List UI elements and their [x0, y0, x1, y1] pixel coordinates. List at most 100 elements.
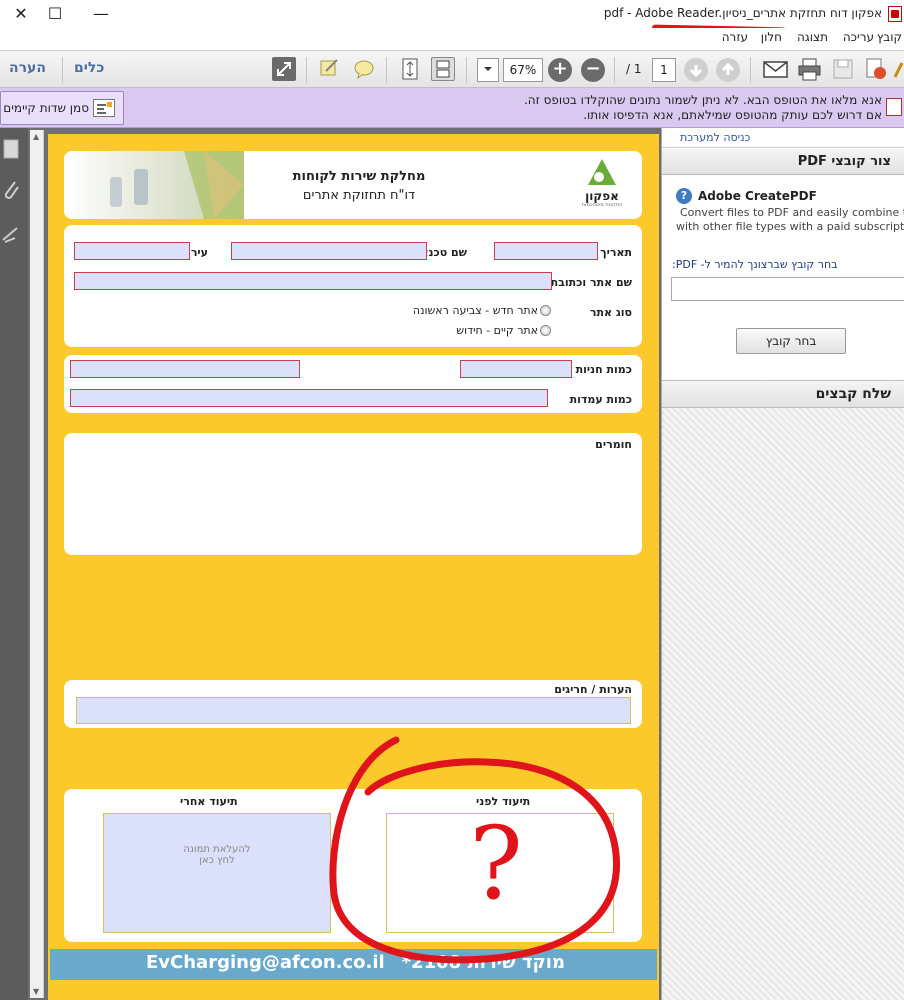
scroll-mode-icon[interactable]: [431, 57, 455, 81]
send-files-label: שלח קבצים: [815, 386, 891, 402]
right-pane-empty-area: [662, 408, 904, 1000]
minimize-window-button[interactable]: —: [86, 3, 116, 25]
email-icon[interactable]: [763, 57, 788, 81]
radio-existing-site[interactable]: [540, 325, 551, 336]
upload-hint-line-2: לחץ כאן: [199, 855, 235, 866]
left-navigation-pane: [0, 128, 28, 1000]
quantities-section: כמות חניות כמות עמדות: [64, 355, 642, 413]
save-icon[interactable]: [831, 57, 855, 81]
date-label: תאריך: [600, 246, 632, 259]
logo-text: אפקון: [585, 189, 619, 203]
form-header: מחלקת שירות לקוחות דו"ח תחזוקת אתרים אפק…: [64, 151, 642, 219]
stations-label: כמות עמדות: [569, 393, 632, 406]
highlight-fields-icon: [93, 99, 115, 117]
technician-name-field[interactable]: [231, 242, 427, 260]
signin-link[interactable]: כניסה למערכת: [680, 131, 750, 144]
create-pdf-header-label: צור קובצי PDF: [797, 154, 891, 169]
send-files-header[interactable]: שלח קבצים: [662, 380, 904, 408]
site-details-section: תאריך שם טכנאי עיר שם אתר וכתובת סוג אתר…: [64, 225, 642, 347]
notes-label: הערות / חריגים: [554, 683, 632, 696]
menu-window[interactable]: חלון: [761, 30, 782, 44]
radio-existing-site-label: אתר קיים - חידוש: [456, 324, 538, 337]
form-fields-icon: [886, 98, 902, 116]
scroll-up-arrow[interactable]: ▲: [33, 132, 39, 141]
scroll-down-arrow[interactable]: ▼: [33, 987, 39, 996]
file-path-input[interactable]: [671, 277, 904, 301]
choose-file-button[interactable]: בחר קובץ: [736, 328, 846, 354]
upload-hint-line-1: להעלאת תמונה: [183, 844, 251, 855]
materials-field[interactable]: [70, 453, 636, 549]
menu-view[interactable]: תצוגה: [797, 30, 828, 44]
question-mark-annotation: ?: [469, 805, 523, 922]
header-image: [64, 151, 244, 219]
adobe-reader-icon: [888, 6, 902, 22]
pdf-form-page: מחלקת שירות לקוחות דו"ח תחזוקת אתרים אפק…: [48, 134, 659, 1000]
highlight-fields-button[interactable]: סמן שדות קיימים: [0, 91, 124, 125]
after-photo-upload[interactable]: להעלאת תמונה לחץ כאן: [103, 813, 331, 933]
secondary-quantity-field[interactable]: [70, 360, 300, 378]
choose-file-prompt: בחר קובץ שברצונך להמיר ל- PDF:: [672, 258, 838, 271]
close-window-button[interactable]: ✕: [6, 3, 36, 25]
form-notice-message: אנא מלאו את הטופס הבא. לא ניתן לשמור נתו…: [524, 93, 882, 123]
zoom-value-input[interactable]: 67%: [503, 58, 543, 82]
previous-page-icon[interactable]: [716, 58, 740, 82]
comment-pane-button[interactable]: הערה: [9, 60, 46, 76]
form-report-subtitle: דו"ח תחזוקת אתרים: [302, 188, 416, 203]
toolbar-separator: [386, 57, 387, 83]
toolbar-separator: [614, 57, 615, 83]
highlight-fields-label: סמן שדות קיימים: [3, 101, 89, 115]
zoom-out-icon[interactable]: −: [581, 58, 605, 82]
toolbar-separator: [62, 57, 63, 83]
menu-file[interactable]: קובץ: [877, 30, 902, 44]
site-name-address-field[interactable]: [74, 272, 552, 290]
add-text-icon[interactable]: [318, 57, 342, 81]
afcon-logo: אפקון התקנות מתוחכמות: [572, 157, 632, 215]
stores-label: כמות חניות: [575, 363, 632, 376]
tools-right-pane: כניסה למערכת צור קובצי PDF ? Adobe Creat…: [661, 128, 904, 1000]
attachments-icon[interactable]: [1, 178, 21, 200]
form-notice-bar: אנא מלאו את הטופס הבא. לא ניתן לשמור נתו…: [0, 88, 904, 128]
zoom-dropdown-arrow[interactable]: [477, 58, 499, 82]
tools-pane-button[interactable]: כלים: [74, 60, 104, 76]
stations-quantity-field[interactable]: [70, 389, 548, 407]
page-thumbnails-icon[interactable]: [1, 138, 21, 160]
help-icon[interactable]: ?: [676, 188, 692, 204]
fit-page-icon[interactable]: [398, 57, 422, 81]
fullscreen-icon[interactable]: [272, 57, 296, 81]
logo-subtext: התקנות מתוחכמות: [581, 202, 623, 208]
sign-icon[interactable]: [893, 57, 904, 81]
notes-section: הערות / חריגים: [64, 680, 642, 728]
title-bar: ✕ ☐ — pdf - Adobe Reader.אפקון דוח תחזקת…: [0, 0, 904, 28]
maximize-window-button[interactable]: ☐: [40, 3, 70, 25]
menu-help[interactable]: עזרה: [722, 30, 748, 44]
radio-new-site-label: אתר חדש - צביעה ראשונה: [412, 304, 538, 317]
zoom-in-icon[interactable]: +: [548, 58, 572, 82]
createpdf-title: Adobe CreatePDF: [698, 189, 817, 203]
sticky-note-icon[interactable]: [352, 57, 376, 81]
signatures-icon[interactable]: [1, 224, 21, 246]
notice-line-1: אנא מלאו את הטופס הבא. לא ניתן לשמור נתו…: [523, 93, 882, 107]
create-pdf-header[interactable]: צור קובצי PDF: [662, 149, 904, 175]
createpdf-desc-1: Convert files to PDF and easily combine …: [680, 206, 904, 219]
form-department-title: מחלקת שירות לקוחות: [292, 169, 426, 184]
notes-field[interactable]: [76, 697, 631, 724]
stores-quantity-field[interactable]: [460, 360, 572, 378]
site-type-label: סוג אתר: [589, 306, 632, 319]
materials-label: חומרים: [595, 438, 632, 451]
date-field[interactable]: [494, 242, 598, 260]
site-name-label: שם אתר וכתובת: [550, 276, 632, 289]
create-pdf-icon[interactable]: [864, 57, 888, 81]
menu-edit[interactable]: עריכה: [843, 30, 874, 44]
menu-bar: קובץ עריכה תצוגה חלון עזרה: [0, 28, 904, 48]
print-icon[interactable]: [797, 57, 821, 81]
city-field[interactable]: [74, 242, 190, 260]
materials-section: חומרים: [64, 433, 642, 555]
after-photo-label: תיעוד אחרי: [180, 795, 238, 808]
next-page-icon[interactable]: [684, 58, 708, 82]
vertical-scrollbar[interactable]: ▲ ▼: [30, 130, 44, 998]
radio-new-site[interactable]: [540, 305, 551, 316]
signin-bar: כניסה למערכת: [662, 128, 904, 148]
toolbar-separator: [466, 57, 467, 83]
page-number-input[interactable]: 1: [652, 58, 676, 82]
toolbar-separator: [750, 57, 751, 83]
